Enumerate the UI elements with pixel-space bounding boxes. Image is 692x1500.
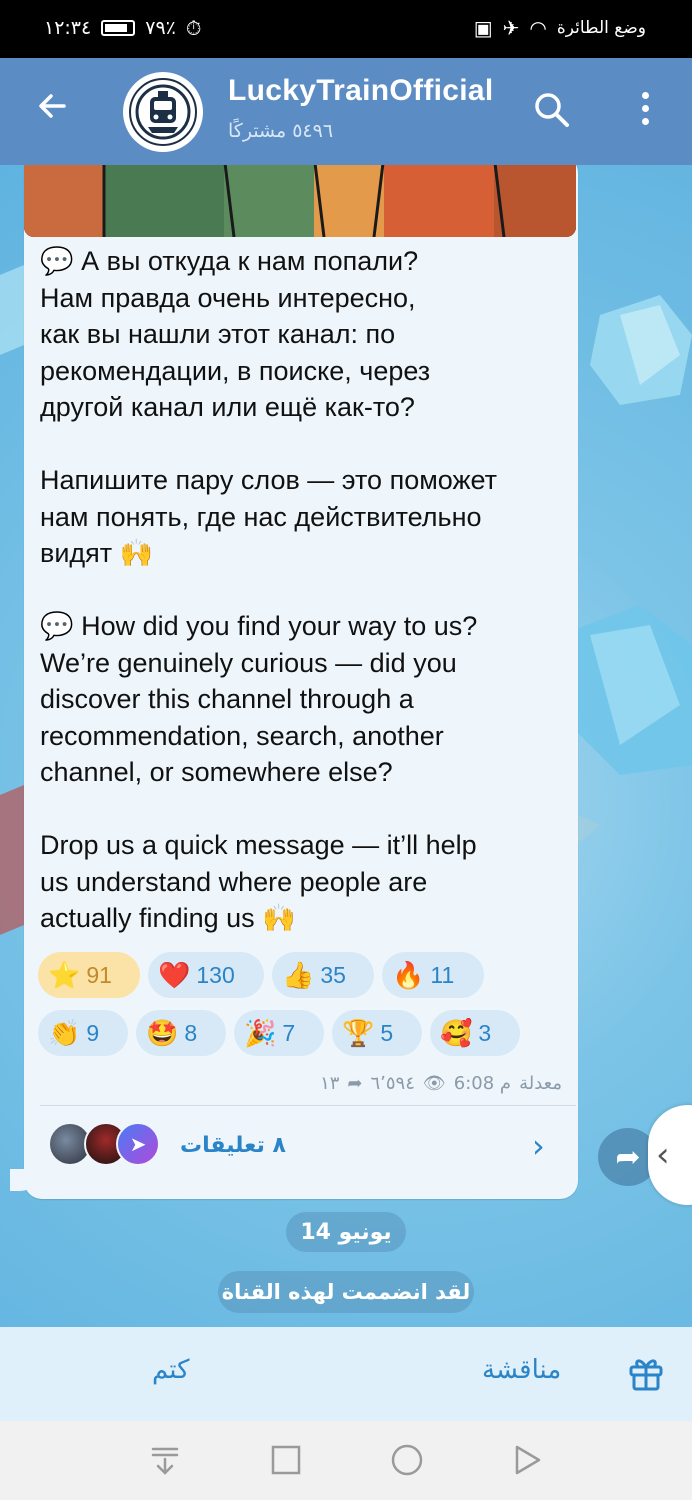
reaction-count: 130 [196,961,235,988]
reaction-smiling-hearts[interactable]: 🥰 3 [430,1010,520,1056]
reaction-trophy[interactable]: 🏆 5 [332,1010,422,1056]
status-left: ١٢:٣٤ ٧٩٪ ⏱ [44,16,201,40]
back-button[interactable] [34,88,74,132]
comments-button[interactable]: ➤ ٨ تعليقات › [24,1117,576,1177]
channel-header: LuckyTrainOfficial ٥٤٩٦ مشتركًا [0,58,692,165]
channel-post[interactable]: 💬 А вы откуда к нам попали? Нам правда о… [10,165,578,1199]
heart-icon: ❤️ [158,959,191,990]
reaction-party[interactable]: 🎉 7 [234,1010,324,1056]
star-struck-icon: 🤩 [146,1017,179,1048]
clap-icon: 👏 [48,1017,81,1048]
reaction-count: 11 [430,961,455,988]
reaction-fire[interactable]: 🔥 11 [382,952,484,998]
menu-dot-icon [641,92,649,99]
share-arrow-icon: ➦ [347,1073,363,1094]
reaction-count: 3 [478,1019,492,1046]
alarm-icon: ⏱ [185,16,202,40]
reaction-count: 7 [282,1019,296,1046]
wifi-icon: ◠ [529,16,547,40]
trophy-icon: 🏆 [342,1017,375,1048]
post-image[interactable] [24,165,576,237]
reaction-star[interactable]: ⭐ 91 [38,952,140,998]
bubble-tail [10,1169,40,1191]
menu-dot-icon [641,118,649,125]
comments-label: ٨ تعليقات [180,1133,286,1158]
message-meta: ١٣ ➦ ٦٬٥٩٤ 👁 6:08 م معدلة [294,1073,562,1094]
messenger-icon: ➤ [116,1122,160,1166]
date-separator: 14 يونيو [286,1212,406,1252]
reaction-count: 8 [184,1019,198,1046]
train-logo-icon [129,78,197,146]
forward-icon: ➦ [615,1139,641,1175]
status-right: وضع الطائرة ◠ ✈ ▣ [474,16,646,40]
chevron-right-icon: › [532,1127,545,1165]
eye-icon: 👁 [422,1073,446,1094]
airplane-mode-label: وضع الطائرة [556,18,646,38]
chevron-left-icon: ‹ [656,1135,670,1175]
reaction-count: 91 [86,961,112,988]
channel-avatar[interactable] [123,72,203,152]
message-time: 6:08 م [453,1073,512,1094]
divider [40,1105,576,1106]
battery-icon [101,20,136,36]
hide-keyboard-icon[interactable] [148,1443,182,1477]
reaction-count: 5 [380,1019,394,1046]
reaction-clap[interactable]: 👏 9 [38,1010,128,1056]
reaction-thumbs-up[interactable]: 👍 35 [272,952,374,998]
menu-dot-icon [641,105,649,112]
message-text: 💬 А вы откуда к нам попали? Нам правда о… [40,246,498,933]
status-bar: ١٢:٣٤ ٧٩٪ ⏱ وضع الطائرة ◠ ✈ ▣ [0,0,692,58]
chat-area[interactable]: 💬 А вы откуда к нам попали? Нам правда о… [0,165,692,1327]
gift-button[interactable] [626,1353,666,1393]
star-icon: ⭐ [48,959,81,990]
reaction-heart[interactable]: ❤️ 130 [148,952,264,998]
arrow-left-icon [39,94,66,118]
clock: ١٢:٣٤ [44,17,92,39]
views-count: ٦٬٥٩٤ [370,1073,415,1094]
subscriber-count: ٥٤٩٦ مشتركًا [228,120,334,142]
channel-title[interactable]: LuckyTrainOfficial [228,74,493,108]
app-notification-icon: ▣ [473,16,493,40]
battery-level: ٧٩٪ [145,17,176,39]
search-icon [535,93,569,127]
service-message: لقد انضممت لهذه القناة [218,1271,474,1313]
mute-button[interactable]: كتم [152,1355,190,1385]
reaction-star-struck[interactable]: 🤩 8 [136,1010,226,1056]
thumbs-up-icon: 👍 [282,959,315,990]
back-triangle-icon[interactable] [510,1443,544,1477]
party-popper-icon: 🎉 [244,1017,277,1048]
gift-icon [629,1359,663,1391]
fire-icon: 🔥 [392,959,425,990]
smiling-face-hearts-icon: 🥰 [440,1017,473,1048]
reaction-count: 9 [86,1019,100,1046]
system-nav-bar [0,1421,692,1500]
edited-label: معدلة [519,1073,562,1094]
channel-action-bar: كتم مناقشة [0,1327,692,1421]
recent-apps-icon[interactable] [269,1443,303,1477]
more-options-button[interactable] [635,92,655,132]
search-button[interactable] [532,90,572,130]
discussion-button[interactable]: مناقشة [482,1355,561,1385]
shares-count: ١٣ [320,1073,340,1094]
reaction-count: 35 [320,961,346,988]
home-icon[interactable] [390,1443,424,1477]
airplane-icon: ✈ [502,16,520,40]
